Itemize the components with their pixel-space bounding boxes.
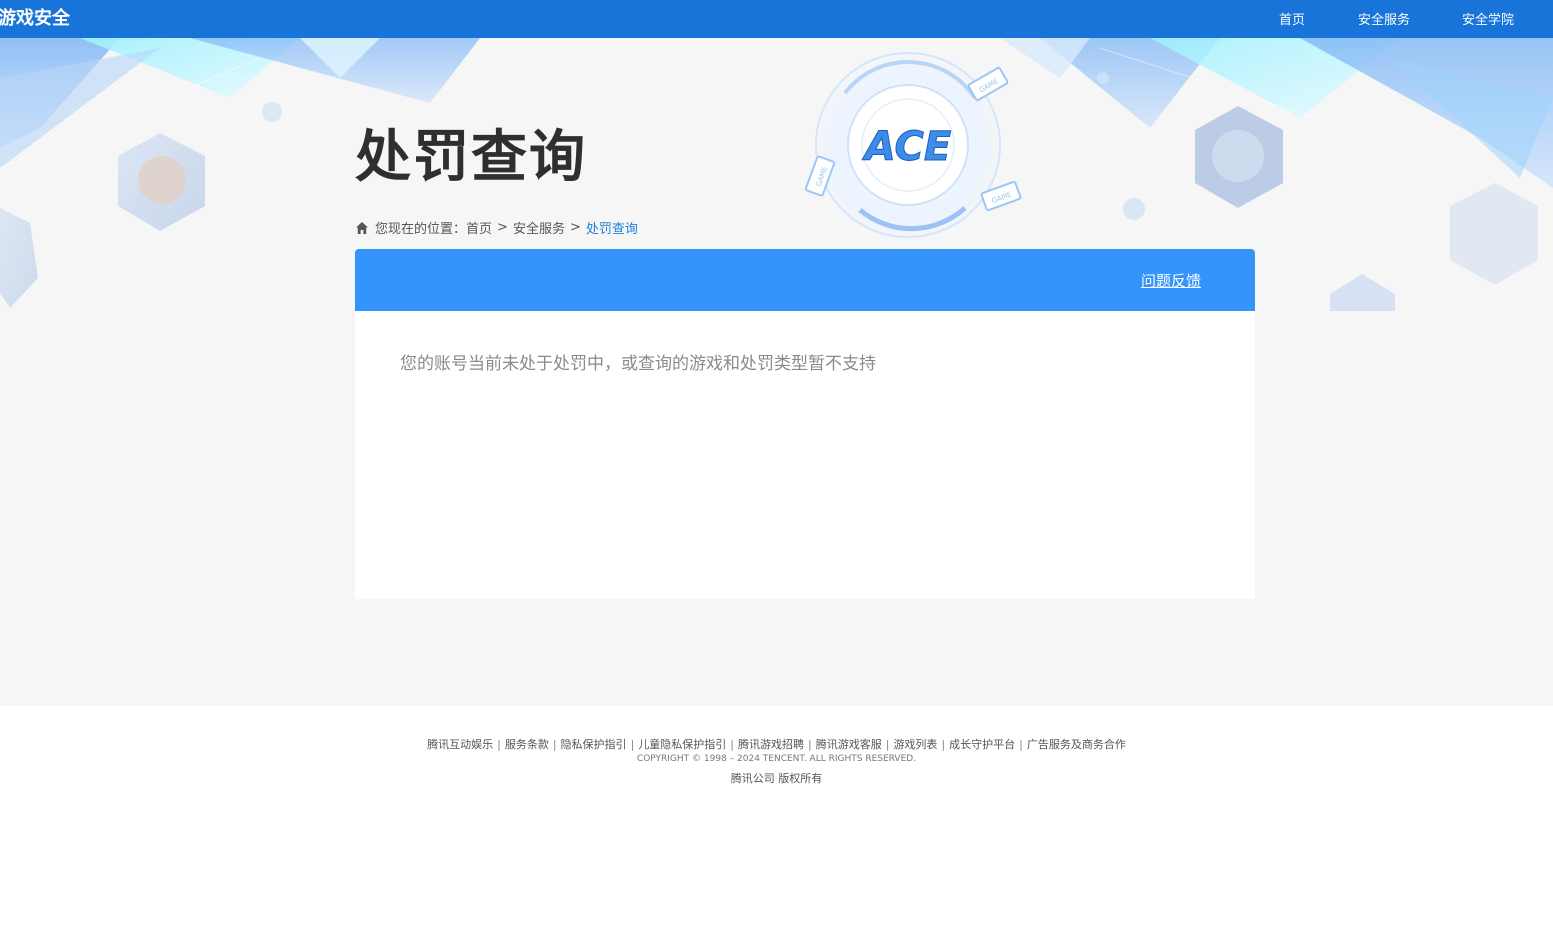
footer-link[interactable]: 服务条款: [505, 738, 549, 751]
copyright: COPYRIGHT © 1998 – 2024 TENCENT. ALL RIG…: [636, 754, 917, 764]
footer-separator: |: [941, 738, 946, 751]
footer-separator: |: [808, 738, 812, 751]
nav-security-academy[interactable]: 安全学院: [1462, 9, 1514, 28]
footer-separator: |: [552, 738, 557, 751]
breadcrumb-separator: >: [497, 220, 508, 235]
site-logo[interactable]: 游戏安全: [0, 4, 70, 30]
footer-separator: |: [497, 738, 501, 751]
top-navbar: 游戏安全 首页 安全服务 安全学院: [0, 0, 1553, 38]
footer-separator: |: [885, 738, 890, 751]
breadcrumb-separator: >: [569, 220, 581, 235]
footer-link[interactable]: 隐私保护指引: [561, 738, 627, 751]
company-rights: 腾讯公司 版权所有: [730, 772, 823, 785]
page-title: 处罚查询: [355, 125, 587, 190]
footer-link[interactable]: 腾讯游戏招聘: [738, 738, 804, 751]
footer-link[interactable]: 腾讯游戏客服: [816, 738, 882, 751]
footer-link[interactable]: 广告服务及商务合作: [1027, 738, 1126, 751]
breadcrumb-prefix: 您现在的位置：: [375, 222, 467, 237]
footer: 腾讯互动娱乐 | 服务条款 | 隐私保护指引 | 儿童隐私保护指引 | 腾讯游戏招聘 | 腾讯游戏客…: [0, 706, 1553, 929]
nav-security-services[interactable]: 安全服务: [1358, 9, 1410, 28]
footer-separator: |: [630, 738, 635, 751]
panel-header: 问题反馈: [355, 249, 1255, 311]
footer-link[interactable]: 儿童隐私保护指引: [638, 738, 726, 751]
breadcrumb-security-services[interactable]: 安全服务: [513, 218, 565, 237]
breadcrumb: 您现在的位置： 首页 > 安全服务 > 处罚查询: [355, 218, 638, 237]
footer-link[interactable]: 成长守护平台: [949, 738, 1015, 751]
home-icon: [356, 221, 368, 234]
ace-emblem-text: ACE: [862, 124, 951, 170]
result-panel: 您的账号当前未处于处罚中，或查询的游戏和处罚类型暂不支持: [355, 311, 1255, 599]
hero-banner: ACE GAME GAME GAME 处罚查询 您现在的位置： 首页 > 安全服…: [0, 38, 1553, 706]
feedback-link[interactable]: 问题反馈: [1141, 270, 1201, 291]
breadcrumb-home[interactable]: 首页: [466, 218, 492, 237]
footer-links: 腾讯互动娱乐 | 服务条款 | 隐私保护指引 | 儿童隐私保护指引 | 腾讯游戏招聘 | 腾讯游戏客…: [0, 736, 1553, 752]
nav-home[interactable]: 首页: [1279, 9, 1305, 28]
footer-separator: |: [730, 738, 734, 751]
status-message: 您的账号当前未处于处罚中，或查询的游戏和处罚类型暂不支持: [400, 354, 876, 374]
breadcrumb-current: 处罚查询: [585, 222, 638, 237]
footer-separator: |: [1019, 738, 1023, 751]
footer-link[interactable]: 游戏列表: [893, 738, 937, 751]
footer-link[interactable]: 腾讯互动娱乐: [427, 738, 493, 751]
